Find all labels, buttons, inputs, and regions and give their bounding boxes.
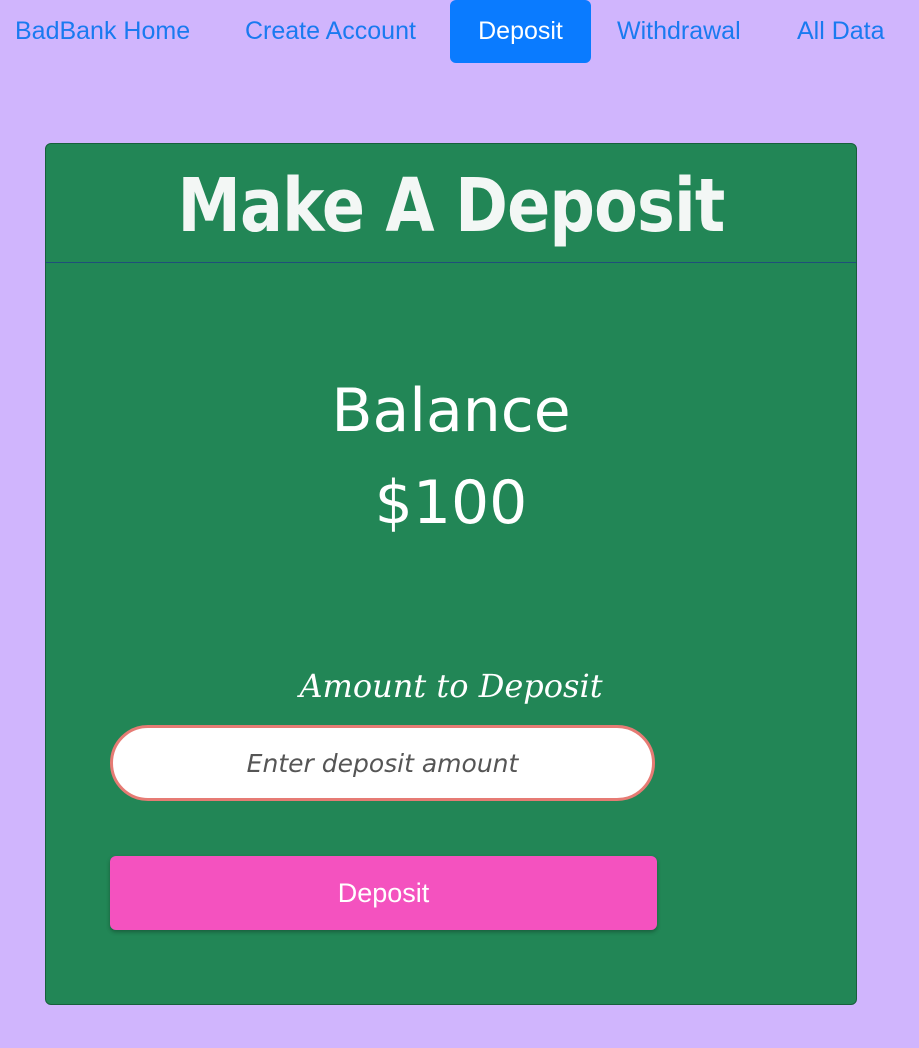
nav-withdrawal-link[interactable]: Withdrawal xyxy=(617,0,741,63)
top-navbar: BadBank Home Create Account Deposit With… xyxy=(0,0,919,63)
nav-home-link[interactable]: BadBank Home xyxy=(15,0,190,63)
deposit-submit-button[interactable]: Deposit xyxy=(110,856,657,930)
deposit-card: Make A Deposit Balance $100 Amount to De… xyxy=(45,143,857,1005)
amount-to-deposit-label: Amount to Deposit xyxy=(299,667,603,705)
card-title: Make A Deposit xyxy=(177,163,726,249)
balance-label: Balance xyxy=(331,376,571,446)
card-header: Make A Deposit xyxy=(46,144,856,263)
nav-all-data-link[interactable]: All Data xyxy=(797,0,885,63)
balance-value: $100 xyxy=(374,468,528,538)
nav-deposit-link[interactable]: Deposit xyxy=(450,0,591,63)
nav-create-account-link[interactable]: Create Account xyxy=(245,0,416,63)
deposit-amount-input[interactable] xyxy=(110,725,655,801)
